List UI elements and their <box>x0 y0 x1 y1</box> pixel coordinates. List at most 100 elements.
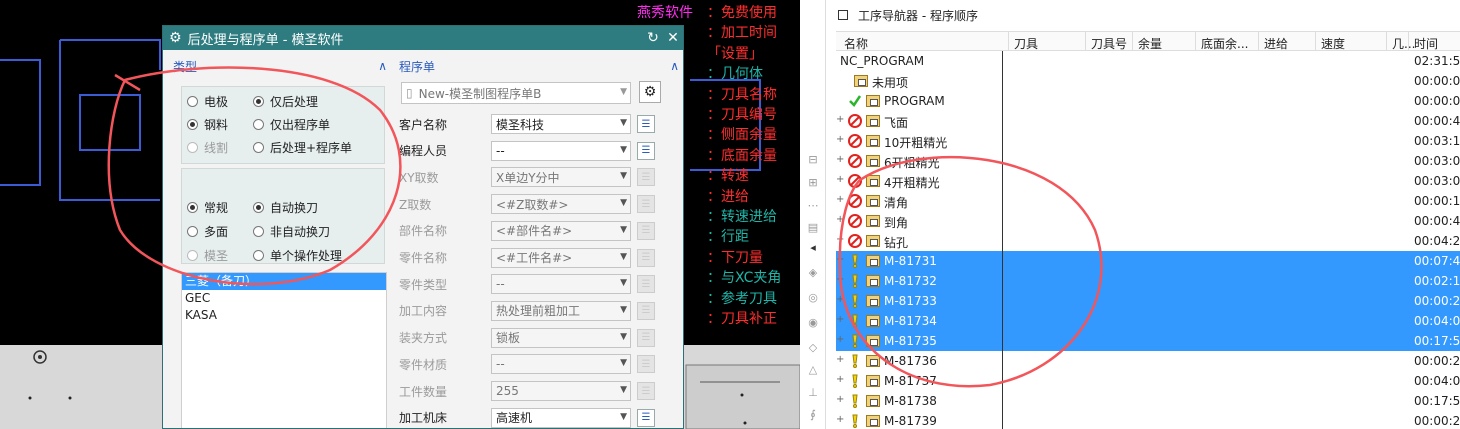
expand-icon[interactable]: + <box>836 394 844 405</box>
radio-button[interactable] <box>187 201 198 213</box>
column-header-cell[interactable]: 几... <box>1392 35 1415 52</box>
operation-row[interactable]: +4开粗精光 00:03:00 <box>836 171 1460 191</box>
operation-row[interactable]: + M-81739 00:00:26 <box>836 411 1460 429</box>
radio-option[interactable]: 仅出程序单 <box>253 114 330 134</box>
column-header-cell[interactable]: 刀具号 <box>1091 35 1127 52</box>
list-picker-button[interactable]: ☰ <box>637 408 655 427</box>
tool-icon-4[interactable]: ▤ <box>805 220 821 236</box>
expand-icon[interactable]: + <box>836 154 844 165</box>
radio-option[interactable]: 常规 <box>187 197 228 217</box>
list-picker-button[interactable]: ☰ <box>637 141 655 160</box>
operation-row[interactable]: + 飞面 00:00:48 <box>836 111 1460 131</box>
expand-icon[interactable]: + <box>836 234 844 245</box>
radio-button[interactable] <box>253 201 264 213</box>
radio-button[interactable] <box>187 95 198 107</box>
machine-list-item[interactable]: GEC <box>182 290 386 307</box>
expand-icon[interactable]: + <box>836 334 844 345</box>
radio-button[interactable] <box>187 118 198 130</box>
tool-icon-7[interactable]: ◉ <box>805 315 821 331</box>
machine-list-item[interactable]: 三菱（备刀） <box>182 273 386 290</box>
expand-icon[interactable]: + <box>836 254 844 265</box>
radio-option[interactable]: 多面 <box>187 221 228 241</box>
radio-option[interactable]: 仅后处理 <box>253 91 318 111</box>
machine-list[interactable]: 三菱（备刀） GEC KASA <box>181 272 387 428</box>
radio-button[interactable] <box>253 249 264 261</box>
tool-icon-11[interactable]: ∮ <box>805 407 821 423</box>
radio-button[interactable] <box>187 225 198 237</box>
operation-row[interactable]: NC_PROGRAM 02:31:56 <box>836 51 1460 71</box>
expand-icon[interactable]: + <box>836 374 844 385</box>
collapse-arrow-icon[interactable]: ◂ <box>805 240 821 256</box>
reset-icon[interactable]: ↻ <box>643 30 663 46</box>
tool-icon-10[interactable]: ⊥ <box>805 385 821 401</box>
radio-button[interactable] <box>253 141 264 153</box>
operation-row[interactable]: +10开粗精光 00:03:12 <box>836 131 1460 151</box>
radio-option[interactable]: 电极 <box>187 91 228 111</box>
operation-row[interactable]: + 清角 00:00:12 <box>836 191 1460 211</box>
operation-row[interactable]: + 钻孔 00:04:24 <box>836 231 1460 251</box>
operation-row[interactable]: + M-81734 00:04:02 <box>836 311 1460 331</box>
column-header-cell[interactable]: 时间 <box>1414 35 1438 52</box>
list-picker-button[interactable]: ☰ <box>637 115 655 133</box>
tool-icon-2[interactable]: ⊞ <box>805 175 821 191</box>
expand-icon[interactable]: + <box>836 354 844 365</box>
operation-list[interactable]: NC_PROGRAM 02:31:56 未用项 00:00:00 PROGRAM 00:0… <box>836 51 1460 429</box>
radio-option[interactable]: 钢料 <box>187 114 228 134</box>
column-header-cell[interactable]: 底面余... <box>1201 35 1248 52</box>
radio-option[interactable]: 自动换刀 <box>253 197 318 217</box>
operation-row[interactable]: + 到角 00:00:48 <box>836 211 1460 231</box>
expand-icon[interactable]: + <box>836 314 844 325</box>
tool-icon-1[interactable]: ⊟ <box>805 152 821 168</box>
close-icon[interactable]: ✕ <box>663 30 683 46</box>
form-row[interactable]: 加工机床 高速机 ▼ ☰ <box>399 407 669 428</box>
column-header-cell[interactable]: 进给 <box>1264 35 1288 52</box>
expand-icon[interactable]: + <box>836 294 844 305</box>
tool-icon-5[interactable]: ◈ <box>805 265 821 281</box>
template-select[interactable]: ▯ New-模圣制图程序单B ▼ <box>401 82 631 104</box>
operation-name: 钻孔 <box>884 236 909 250</box>
form-row[interactable]: 编程人员 -- ▼ ☰ <box>399 140 669 162</box>
radio-option[interactable]: 非自动换刀 <box>253 221 330 241</box>
tool-icon-9[interactable]: △ <box>805 362 821 378</box>
operation-row[interactable]: + M-81735 00:17:51 <box>836 331 1460 351</box>
operation-row[interactable]: PROGRAM 00:00:00 <box>836 91 1460 111</box>
radio-button[interactable] <box>253 95 264 107</box>
expand-icon[interactable]: + <box>836 114 844 125</box>
no-entry-icon <box>848 194 862 208</box>
operation-row[interactable]: 未用项 00:00:00 <box>836 71 1460 91</box>
operation-row[interactable]: + M-81737 00:04:02 <box>836 371 1460 391</box>
form-row[interactable]: 客户名称 模圣科技 ▼ ☰ <box>399 113 669 135</box>
tool-icon-3[interactable]: ⋯ <box>805 198 821 214</box>
tool-icon-6[interactable]: ◎ <box>805 290 821 306</box>
operation-row[interactable]: + M-81738 00:17:51 <box>836 391 1460 411</box>
radio-button[interactable] <box>253 118 264 130</box>
tool-icon-8[interactable]: ◇ <box>805 340 821 356</box>
radio-option[interactable]: 后处理+程序单 <box>253 137 352 157</box>
program-section-header[interactable]: 程序单 ∧ <box>399 56 679 76</box>
field-select[interactable]: -- ▼ <box>491 140 631 161</box>
column-header-cell[interactable]: 速度 <box>1321 35 1345 52</box>
expand-icon[interactable]: + <box>836 274 844 285</box>
column-header-cell[interactable]: 余量 <box>1138 35 1162 52</box>
radio-button[interactable] <box>253 225 264 237</box>
expand-icon[interactable]: + <box>836 194 844 205</box>
field-select[interactable]: 高速机 ▼ <box>491 407 631 428</box>
column-header-cell[interactable]: 名称 <box>844 35 868 52</box>
expand-icon[interactable]: + <box>836 214 844 225</box>
operation-row[interactable]: + M-81736 00:00:26 <box>836 351 1460 371</box>
chevron-up-icon[interactable]: ∧ <box>670 59 679 73</box>
chevron-up-icon[interactable]: ∧ <box>378 59 387 73</box>
operation-row[interactable]: + M-81731 00:07:45 <box>836 251 1460 271</box>
machine-list-item[interactable]: KASA <box>182 307 386 324</box>
operation-row[interactable]: + M-81732 00:02:17 <box>836 271 1460 291</box>
operation-row[interactable]: + M-81733 00:00:23 <box>836 291 1460 311</box>
column-header-cell[interactable]: 刀具 <box>1014 35 1038 52</box>
operation-row[interactable]: +6开粗精光 00:03:00 <box>836 151 1460 171</box>
expand-icon[interactable]: + <box>836 414 844 425</box>
radio-option[interactable]: 单个操作处理 <box>253 245 342 265</box>
expand-icon[interactable]: + <box>836 174 844 185</box>
field-select[interactable]: 模圣科技 ▼ <box>491 114 631 134</box>
settings-button[interactable]: ⚙ <box>639 81 661 103</box>
expand-icon[interactable]: + <box>836 134 844 145</box>
type-section-header[interactable]: 类型 ∧ <box>173 56 387 76</box>
